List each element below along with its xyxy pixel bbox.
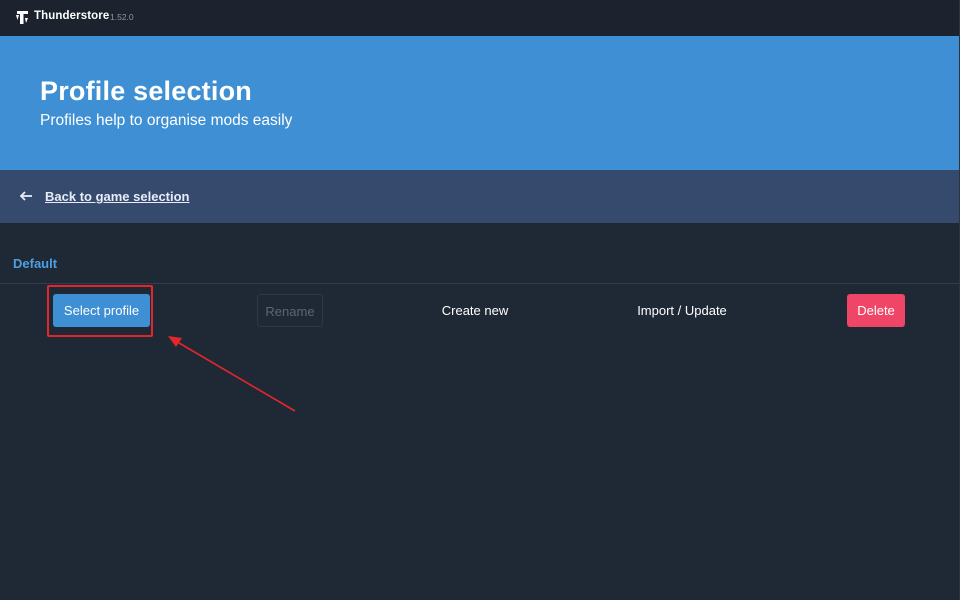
page-title: Profile selection (40, 76, 252, 106)
profile-name[interactable]: Default (13, 256, 57, 271)
app-name: Thunderstore (34, 10, 110, 22)
app-window: Thunderstore 1.52.0 Profile selection Pr… (0, 0, 960, 600)
app-version: 1.52.0 (110, 12, 134, 22)
annotation-arrow (168, 336, 296, 412)
import-update-button[interactable]: Import / Update (626, 294, 738, 327)
thunderstore-logo-icon (16, 11, 28, 24)
rename-button[interactable]: Rename (257, 294, 323, 327)
page-subtitle: Profiles help to organise mods easily (40, 112, 293, 129)
divider (0, 283, 960, 284)
title-bar[interactable]: Thunderstore 1.52.0 (0, 0, 960, 36)
left-arrow-icon[interactable] (20, 189, 33, 203)
hero-banner: Profile selection Profiles help to organ… (0, 36, 960, 170)
annotation-highlight-box (47, 285, 153, 337)
create-new-button[interactable]: Create new (432, 294, 518, 327)
back-to-game-selection-link[interactable]: Back to game selection (45, 189, 190, 204)
back-navigation-bar: Back to game selection (0, 170, 960, 223)
delete-button[interactable]: Delete (847, 294, 905, 327)
